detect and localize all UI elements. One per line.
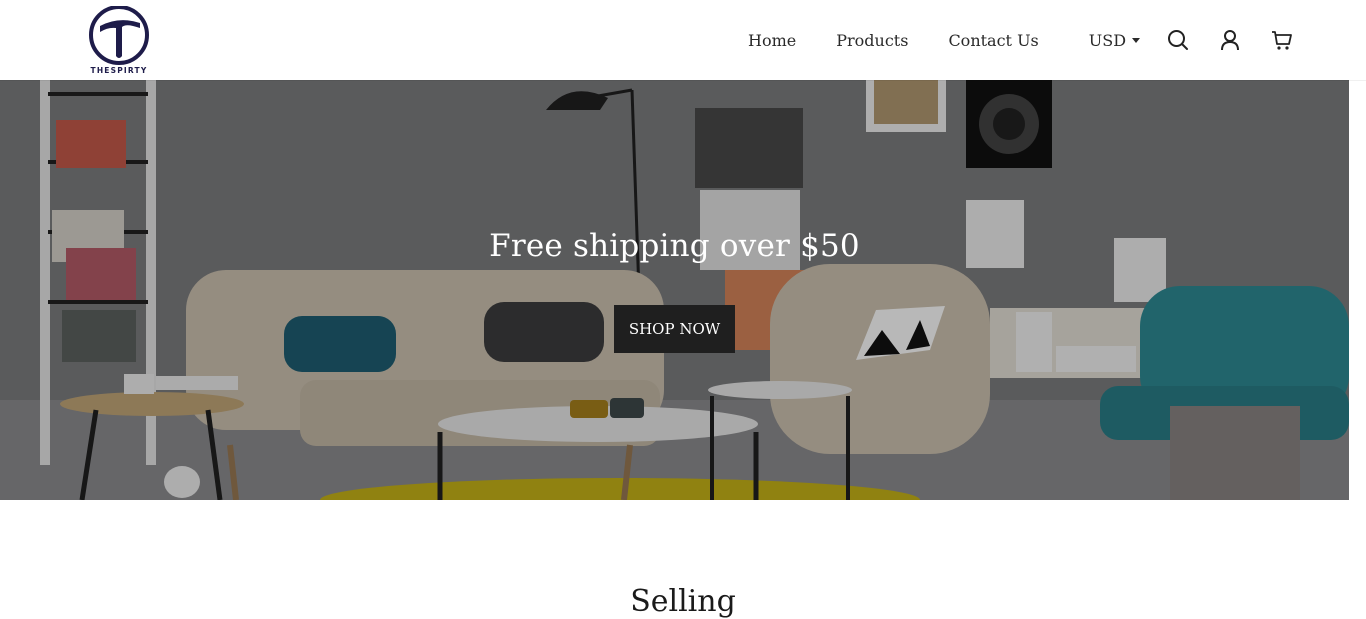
currency-label: USD: [1088, 30, 1127, 50]
section-title: Selling: [630, 584, 736, 619]
caret-down-icon: [1132, 37, 1141, 43]
nav-products[interactable]: Products: [836, 31, 908, 50]
site-logo[interactable]: THESPIRTY: [86, 5, 152, 76]
account-icon: [1221, 30, 1240, 51]
logo-text: THESPIRTY: [90, 66, 148, 75]
search-icon: [1168, 30, 1189, 50]
hero-title: Free shipping over $50: [489, 228, 860, 264]
page-scrollbar[interactable]: [1349, 80, 1366, 600]
shop-now-button[interactable]: SHOP NOW: [614, 305, 735, 353]
site-header: THESPIRTY Home Products Contact Us USD: [0, 0, 1366, 80]
currency-selector[interactable]: USD: [1088, 30, 1141, 50]
nav-contact-us[interactable]: Contact Us: [948, 31, 1038, 50]
search-button[interactable]: [1166, 28, 1190, 52]
cart-button[interactable]: [1270, 28, 1294, 52]
nav-home[interactable]: Home: [748, 31, 796, 50]
cart-icon: [1272, 31, 1292, 50]
logo-mark-icon: [89, 5, 149, 65]
hero-overlay: [0, 80, 1349, 500]
account-button[interactable]: [1218, 28, 1242, 52]
main-nav: Home Products Contact Us USD: [748, 0, 1294, 80]
hero-banner: Free shipping over $50 SHOP NOW: [0, 80, 1349, 500]
